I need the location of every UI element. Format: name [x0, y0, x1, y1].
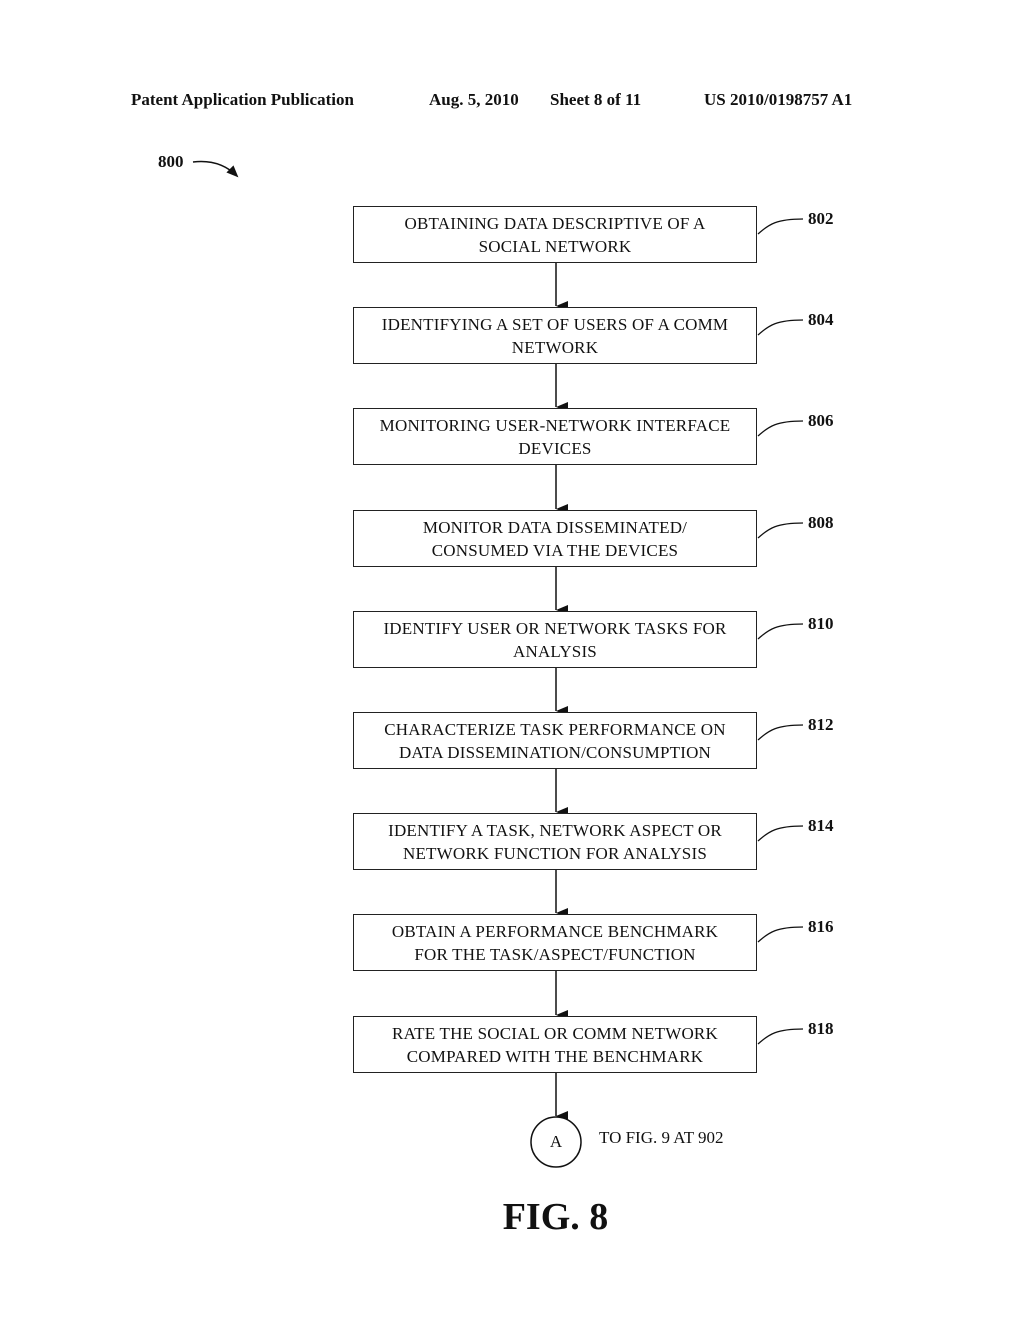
step-ref-808: 808	[808, 513, 834, 532]
step-ref-810: 810	[808, 614, 834, 633]
ref-leader-line	[757, 825, 804, 842]
ref-leader-line	[757, 522, 804, 539]
step-text-line: OBTAINING DATA DESCRIPTIVE OF A	[404, 213, 706, 233]
step-box-808: MONITOR DATA DISSEMINATED/CONSUMED VIA T…	[353, 510, 757, 567]
step-box-802: OBTAINING DATA DESCRIPTIVE OF A SOCIAL NE…	[353, 206, 757, 263]
step-ref-816: 816	[808, 917, 834, 936]
step-box-814: IDENTIFY A TASK, NETWORK ASPECT OR NETWOR…	[353, 813, 757, 870]
step-box-818: RATE THE SOCIAL OR COMM NETWORK COMPARED …	[353, 1016, 757, 1073]
step-ref-804: 804	[808, 310, 834, 329]
step-text-line: CONSUMED VIA THE DEVICES	[431, 540, 679, 560]
step-text-line: COMPARED WITH THE BENCHMARK	[406, 1046, 704, 1066]
ref-leader-line	[757, 420, 804, 437]
step-text-line: FOR THE TASK/ASPECT/FUNCTION	[414, 944, 696, 964]
step-text-line: IDENTIFYING A SET OF USERS OF A COMM	[381, 314, 729, 334]
step-text-line: CHARACTERIZE TASK PERFORMANCE ON	[384, 719, 726, 739]
step-ref-802: 802	[808, 209, 834, 228]
step-text-line: IDENTIFY A TASK, NETWORK ASPECT OR	[388, 820, 722, 840]
figure-caption: FIG. 8	[502, 1196, 609, 1238]
connector-letter: A	[549, 1132, 563, 1151]
step-ref-818: 818	[808, 1019, 834, 1038]
step-ref-812: 812	[808, 715, 834, 734]
step-text-line: DEVICES	[518, 438, 592, 458]
ref-leader-line	[757, 926, 804, 943]
ref-leader-line	[757, 724, 804, 741]
step-text-line: MONITORING USER-NETWORK INTERFACE	[379, 415, 731, 435]
step-box-812: CHARACTERIZE TASK PERFORMANCE ON DATA DIS…	[353, 712, 757, 769]
step-text-line: ANALYSIS	[513, 641, 597, 661]
step-ref-806: 806	[808, 411, 834, 430]
step-text-line: IDENTIFY USER OR NETWORK TASKS FOR	[383, 618, 727, 638]
figure-pointer-arrow	[192, 160, 239, 178]
step-text-line: RATE THE SOCIAL OR COMM NETWORK	[392, 1023, 718, 1043]
ref-leader-line	[757, 623, 804, 640]
connector-text: TO FIG. 9 AT 902	[599, 1128, 724, 1147]
step-text-line: SOCIAL NETWORK	[478, 236, 632, 256]
step-text-line: DATA DISSEMINATION/CONSUMPTION	[398, 742, 712, 762]
ref-leader-line	[757, 319, 804, 336]
step-text-line: NETWORK FUNCTION FOR ANALYSIS	[403, 843, 707, 863]
step-box-816: OBTAIN A PERFORMANCE BENCHMARK FOR THE TA…	[353, 914, 757, 971]
step-text-line: NETWORK	[511, 337, 599, 357]
step-text-line: MONITOR DATA DISSEMINATED/	[422, 517, 688, 537]
ref-leader-line	[757, 218, 804, 235]
step-ref-814: 814	[808, 816, 834, 835]
step-box-806: MONITORING USER-NETWORK INTERFACE DEVICES	[353, 408, 757, 465]
ref-leader-line	[757, 1028, 804, 1045]
step-box-804: IDENTIFYING A SET OF USERS OF A COMM NETW…	[353, 307, 757, 364]
step-box-810: IDENTIFY USER OR NETWORK TASKS FOR ANALYS…	[353, 611, 757, 668]
step-text-line: OBTAIN A PERFORMANCE BENCHMARK	[391, 921, 719, 941]
